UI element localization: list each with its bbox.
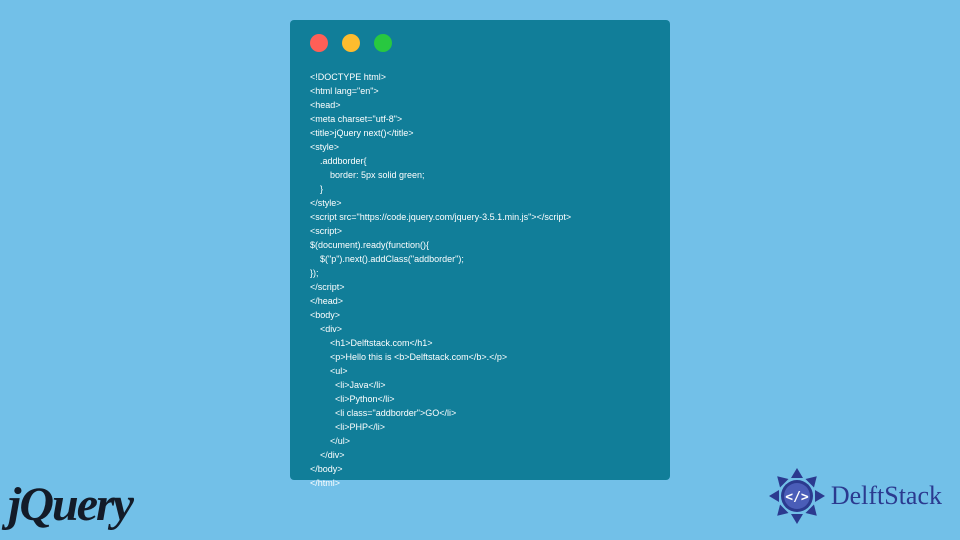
svg-text:</>: </> (785, 490, 809, 505)
delftstack-logo: </> DelftStack (767, 466, 942, 526)
code-content: <!DOCTYPE html> <html lang="en"> <head> … (310, 70, 650, 490)
code-window: <!DOCTYPE html> <html lang="en"> <head> … (290, 20, 670, 480)
window-dots (310, 34, 650, 52)
jquery-logo: jQuery (8, 477, 132, 532)
delftstack-logo-text: DelftStack (831, 481, 942, 511)
minimize-dot-icon (342, 34, 360, 52)
maximize-dot-icon (374, 34, 392, 52)
jquery-logo-text: jQuery (8, 478, 132, 531)
close-dot-icon (310, 34, 328, 52)
delftstack-badge-icon: </> (767, 466, 827, 526)
